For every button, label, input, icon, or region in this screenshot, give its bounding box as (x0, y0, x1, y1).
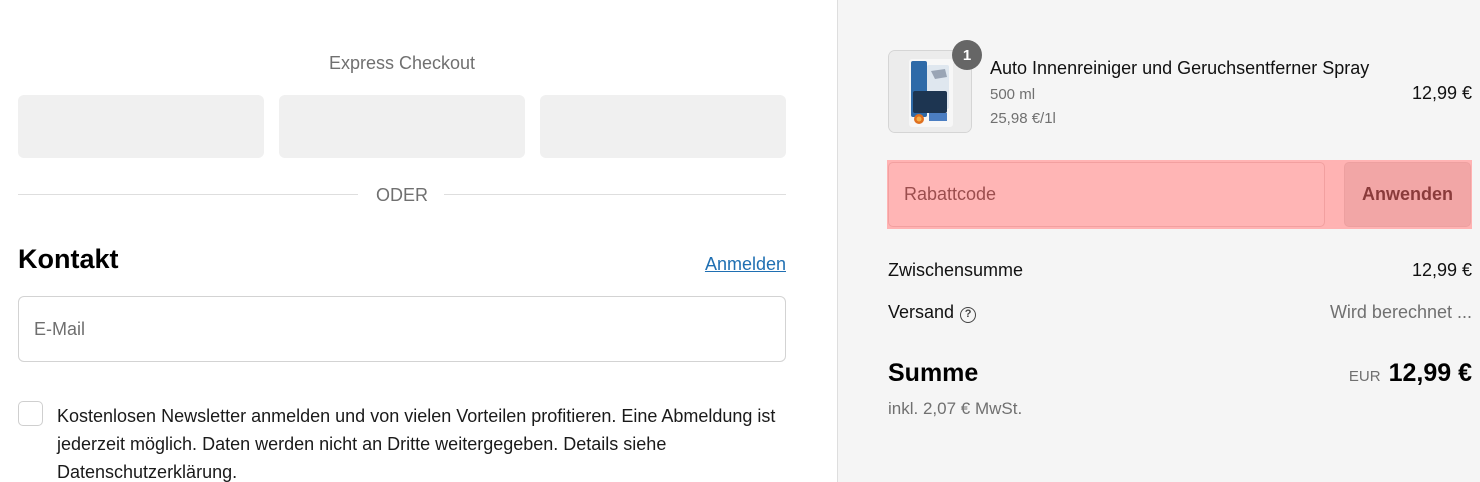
newsletter-consent-text: Kostenlosen Newsletter anmelden und von … (57, 406, 776, 482)
email-field[interactable] (18, 296, 786, 362)
tax-note: inkl. 2,07 € MwSt. (888, 399, 1023, 418)
newsletter-checkbox[interactable] (18, 401, 43, 426)
total-label: Summe (888, 359, 979, 387)
product-size: 500 ml (990, 86, 1036, 103)
quantity-badge: 1 (952, 40, 982, 70)
express-pay-button-2[interactable] (279, 95, 525, 158)
shipping-value: Wird berechnet ... (1329, 302, 1472, 322)
checkout-main: Express Checkout ODER Kontakt Anmelden K… (0, 0, 837, 482)
apply-discount-button[interactable]: Anwenden (1344, 162, 1471, 227)
express-checkout-title: Express Checkout (328, 53, 476, 73)
total-amount: EUR 12,99 € (1349, 359, 1472, 388)
express-pay-button-3[interactable] (540, 95, 786, 158)
help-icon[interactable]: ? (960, 307, 977, 323)
discount-code-input[interactable] (888, 162, 1325, 227)
currency-code: EUR (1348, 368, 1381, 385)
total-value: 12,99 € (1388, 359, 1472, 387)
login-link[interactable]: Anmelden (705, 254, 786, 275)
product-price: 12,99 € (1411, 83, 1472, 103)
product-unit-price: 25,98 €/1l (990, 110, 1056, 127)
contact-heading: Kontakt (18, 244, 119, 274)
shipping-label: Versand (888, 302, 955, 322)
divider-right (444, 194, 786, 195)
oder-divider-label: ODER (375, 185, 428, 205)
express-pay-button-1[interactable] (18, 95, 264, 158)
subtotal-label: Zwischensumme (888, 260, 1024, 280)
divider-left (18, 194, 358, 195)
subtotal-value: 12,99 € (1411, 260, 1472, 280)
product-name: Auto Innenreiniger und Geruchsentferner … (990, 58, 1370, 78)
shipping-row: Versand? (888, 302, 977, 323)
